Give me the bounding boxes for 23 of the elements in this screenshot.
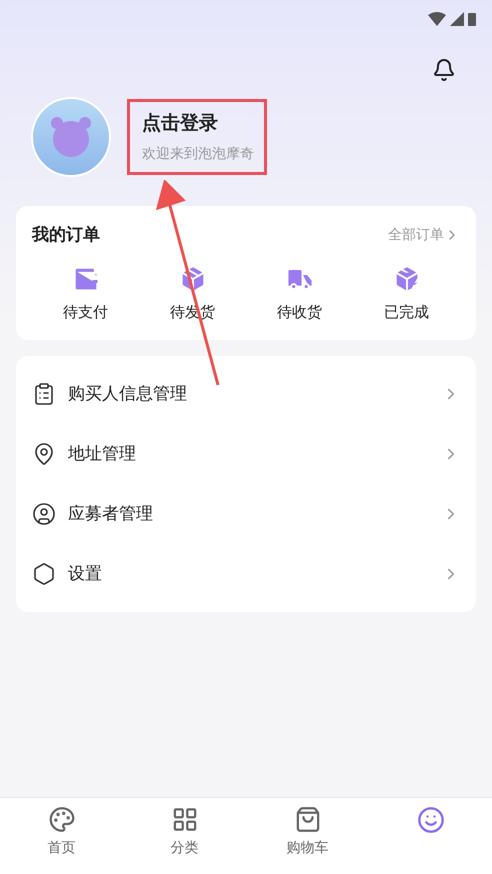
order-status-button[interactable]: 待收货	[246, 264, 353, 324]
welcome-text: 欢迎来到泡泡摩奇	[142, 144, 254, 163]
menu-item[interactable]: 地址管理	[16, 424, 476, 484]
user-icon	[32, 502, 56, 526]
smiley-icon	[416, 806, 444, 834]
login-title[interactable]: 点击登录	[142, 110, 254, 139]
menu-item[interactable]: 购买人信息管理	[16, 364, 476, 424]
tab-item[interactable]: 购物车	[246, 806, 369, 858]
location-pin-icon	[32, 442, 56, 466]
notification-bell-icon[interactable]	[432, 58, 456, 82]
order-status-button[interactable]: 待支付	[32, 264, 139, 324]
order-status-button[interactable]: 已完成	[353, 264, 460, 324]
orders-title: 我的订单	[32, 224, 100, 246]
hexagon-icon	[32, 562, 56, 586]
tab-item[interactable]: 首页	[0, 806, 123, 858]
palette-icon	[48, 806, 76, 833]
wifi-icon	[428, 12, 446, 26]
menu-item[interactable]: 应募者管理	[16, 484, 476, 544]
signal-icon	[450, 12, 464, 26]
clipboard-icon	[32, 382, 56, 406]
menu-item[interactable]: 设置	[16, 544, 476, 604]
battery-icon	[468, 12, 476, 26]
tab-item[interactable]: 分类	[123, 806, 246, 858]
